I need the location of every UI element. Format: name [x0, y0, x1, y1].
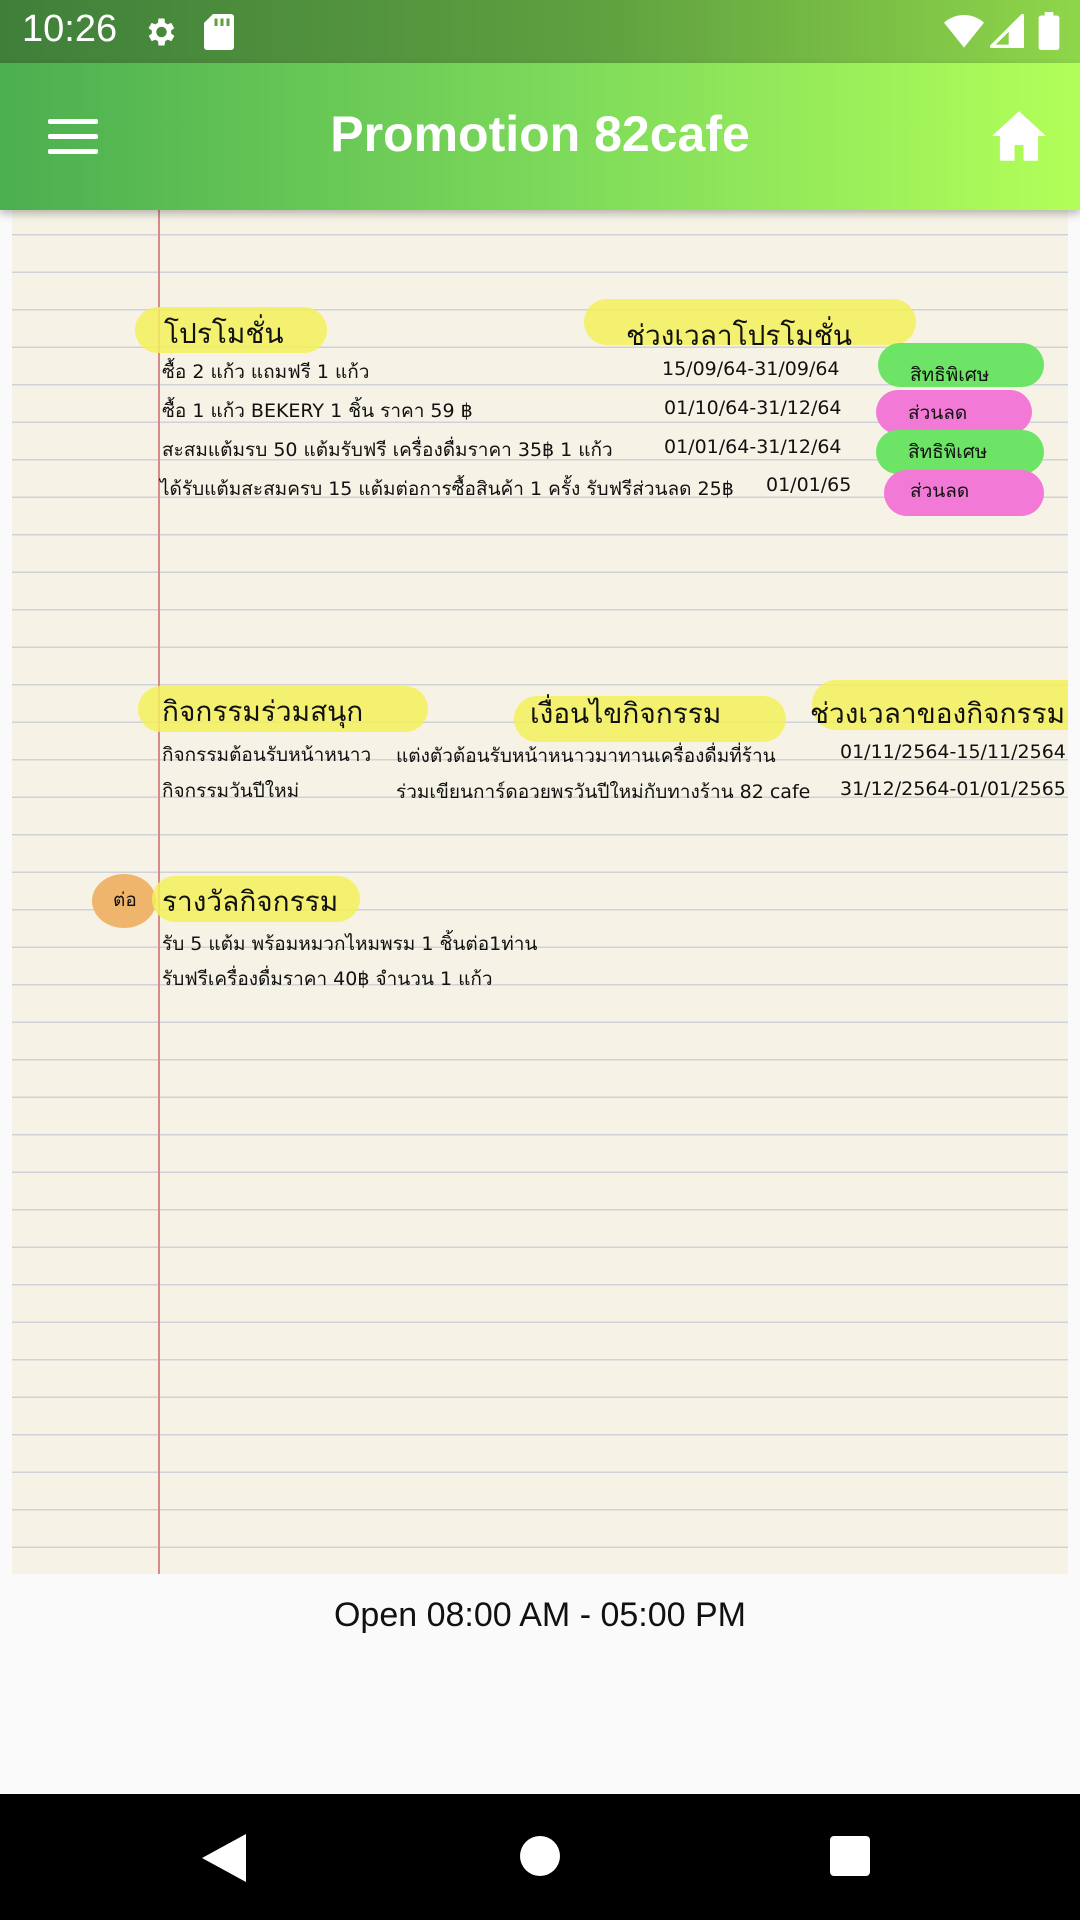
- promotion-row-text: ซื้อ 2 แก้ว แถมฟรี 1 แก้ว: [162, 361, 370, 383]
- reward-row: รับ 5 แต้ม พร้อมหมวกไหมพรม 1 ชิ้นต่อ1ท่า…: [162, 933, 538, 955]
- battery-icon: [1038, 12, 1060, 50]
- back-icon[interactable]: [202, 1834, 246, 1882]
- promotion-row-text: สะสมแต้มรบ 50 แต้มรับฟรี เครื่องดื่มราคา…: [162, 439, 613, 461]
- promotion-badge-label: สิทธิพิเศษ: [910, 364, 990, 386]
- promotion-row-text: ได้รับแต้มสะสมครบ 15 แต้มต่อการซื้อสินค้…: [160, 478, 734, 500]
- reward-marker: ต่อ: [113, 889, 137, 911]
- reward-heading: รางวัลกิจกรรม: [162, 885, 339, 918]
- activity-condition-heading: เงื่อนไขกิจกรรม: [530, 697, 722, 730]
- promotion-badge-label: สิทธิพิเศษ: [908, 441, 988, 463]
- activity-row-name: กิจกรรมต้อนรับหน้าหนาว: [162, 744, 372, 766]
- sd-card-icon: [204, 14, 234, 50]
- activity-row-name: กิจกรรมวันปีใหม่: [162, 780, 300, 802]
- activity-row-condition: แต่งตัวต้อนรับหน้าหนาวมาทานเครื่องดื่มที…: [396, 745, 776, 767]
- activity-row-period: 01/11/2564-15/11/2564: [840, 741, 1066, 763]
- promotion-row-period: 01/01/65: [766, 474, 852, 496]
- home-circle-icon[interactable]: [520, 1836, 560, 1876]
- promotion-period-heading: ช่วงเวลาโปรโมชั่น: [626, 319, 853, 352]
- promotion-badge-label: ส่วนลด: [908, 402, 968, 424]
- activity-heading: กิจกรรมร่วมสนุก: [162, 695, 364, 728]
- gear-icon: [148, 18, 175, 46]
- promotion-heading: โปรโมชั่น: [164, 317, 284, 350]
- activity-row-condition: ร่วมเขียนการ์ดอวยพรวันปีใหม่กับทางร้าน 8…: [396, 781, 811, 803]
- reward-row: รับฟรีเครื่องดื่มราคา 40฿ จำนวน 1 แก้ว: [162, 968, 493, 990]
- promotion-row-period: 01/10/64-31/12/64: [664, 397, 842, 419]
- activity-row-period: 31/12/2564-01/01/2565: [840, 778, 1066, 800]
- screen: 10:26 Promotion 82cafe โปรโมชั่น ช่วงเวล…: [0, 0, 1080, 1920]
- recents-icon[interactable]: [830, 1836, 870, 1876]
- promotion-row-period: 01/01/64-31/12/64: [664, 436, 842, 458]
- activity-period-heading: ช่วงเวลาของกิจกรรม: [810, 697, 1066, 730]
- signal-icon: [990, 14, 1024, 48]
- opening-hours: Open 08:00 AM - 05:00 PM: [333, 1596, 747, 1634]
- promotion-badge-label: ส่วนลด: [910, 480, 970, 502]
- home-icon[interactable]: [992, 111, 1046, 161]
- status-time: 10:26: [22, 8, 118, 50]
- promotion-row-period: 15/09/64-31/09/64: [662, 358, 840, 380]
- app-title: Promotion 82cafe: [330, 106, 750, 162]
- navigation-bar: [0, 1794, 1080, 1920]
- app-bar: Promotion 82cafe: [0, 63, 1080, 210]
- status-bar: 10:26: [0, 0, 1080, 63]
- promotion-row-text: ซื้อ 1 แก้ว BEKERY 1 ชิ้น ราคา 59 ฿: [162, 400, 473, 422]
- wifi-icon: [944, 15, 984, 48]
